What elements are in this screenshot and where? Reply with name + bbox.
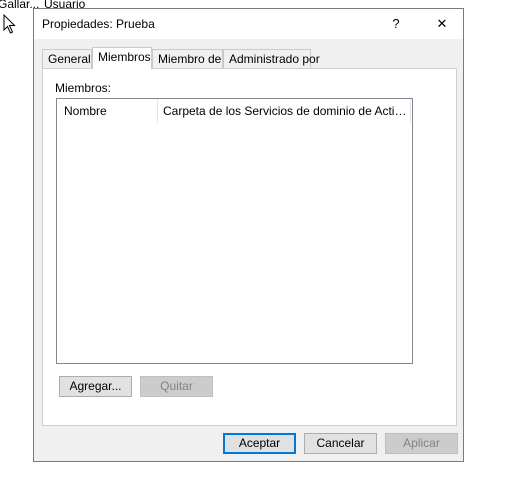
properties-dialog: Propiedades: Prueba ? ✕ General Miembros… (33, 8, 464, 462)
tab-miembro-de[interactable]: Miembro de (152, 49, 223, 68)
tab-administrado-por[interactable]: Administrado por (223, 49, 320, 68)
cancel-button[interactable]: Cancelar (304, 433, 377, 454)
mouse-cursor-icon (3, 14, 16, 34)
apply-button[interactable]: Aplicar (385, 433, 458, 454)
tab-miembros[interactable]: Miembros (92, 47, 152, 69)
add-button[interactable]: Agregar... (59, 376, 132, 397)
members-label: Miembros: (55, 81, 112, 95)
tab-general[interactable]: General (42, 49, 92, 68)
members-list[interactable]: Nombre Carpeta de los Servicios de domin… (56, 98, 413, 364)
title-bar: Propiedades: Prueba ? ✕ (34, 9, 463, 39)
column-header-folder[interactable]: Carpeta de los Servicios de dominio de A… (158, 99, 411, 123)
remove-button[interactable]: Quitar (140, 376, 213, 397)
ok-button[interactable]: Aceptar (223, 433, 296, 454)
close-button[interactable]: ✕ (420, 9, 464, 39)
help-button[interactable]: ? (374, 9, 418, 39)
column-header-name[interactable]: Nombre (57, 99, 158, 123)
tab-panel-miembros: Miembros: Nombre Carpeta de los Servicio… (42, 68, 457, 426)
dialog-title: Propiedades: Prueba (42, 17, 155, 31)
